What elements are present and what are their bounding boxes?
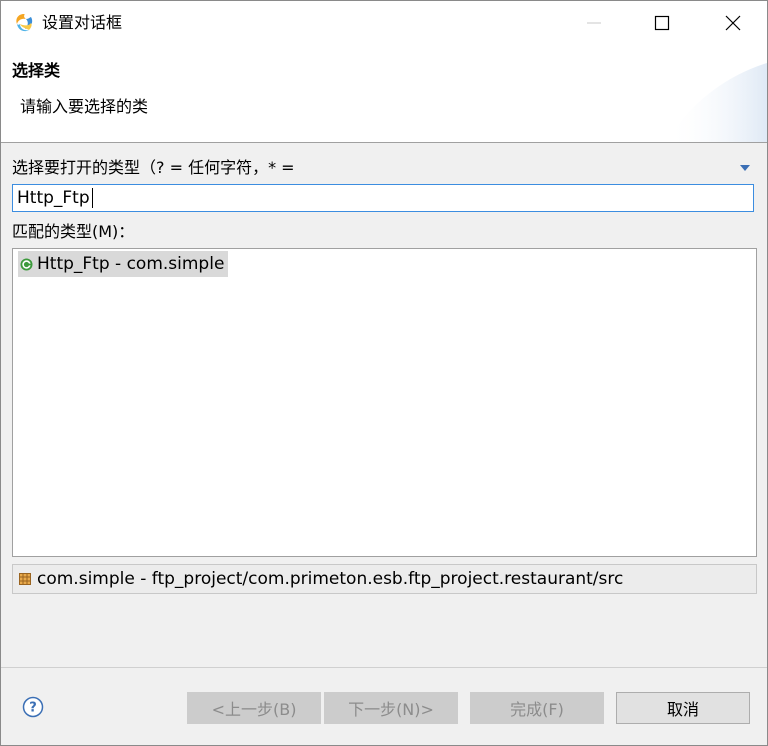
dialog-window: 设置对话框 选择类 请输入要选择的类 选择要打开的类型（? = 任何字符，* =…	[0, 0, 768, 746]
package-status-bar: com.simple - ftp_project/com.primeton.es…	[12, 564, 757, 594]
maximize-button[interactable]	[639, 1, 685, 45]
minimize-button[interactable]	[571, 1, 617, 45]
history-dropdown-icon[interactable]	[740, 164, 750, 172]
package-status-text: com.simple - ftp_project/com.primeton.es…	[37, 569, 624, 589]
cancel-button[interactable]: 取消	[616, 692, 750, 724]
maximize-icon	[654, 15, 670, 31]
finish-button[interactable]: 完成(F)	[470, 692, 604, 724]
header-message: 请输入要选择的类	[20, 97, 149, 116]
class-icon	[20, 258, 33, 270]
type-filter-label: 选择要打开的类型（? = 任何字符，* =	[12, 158, 295, 177]
list-item-label: Http_Ftp - com.simple	[37, 254, 225, 274]
header-decoration-icon	[667, 63, 767, 142]
package-icon	[19, 573, 31, 585]
back-button[interactable]: <上一步(B)	[187, 692, 321, 724]
type-search-input[interactable]	[12, 184, 754, 212]
header-separator	[1, 142, 767, 143]
app-logo-icon	[16, 14, 33, 32]
dialog-header: 选择类 请输入要选择的类	[1, 45, 767, 142]
matching-types-label: 匹配的类型(M)：	[12, 222, 135, 241]
minimize-icon	[587, 22, 601, 24]
close-icon	[725, 15, 741, 31]
close-button[interactable]	[710, 1, 756, 45]
list-item[interactable]: Http_Ftp - com.simple	[18, 251, 229, 277]
title-bar[interactable]: 设置对话框	[1, 1, 767, 45]
header-title: 选择类	[12, 61, 61, 80]
help-icon[interactable]: ?	[22, 696, 44, 718]
matching-types-list[interactable]: Http_Ftp - com.simple	[12, 248, 757, 557]
window-title: 设置对话框	[42, 13, 123, 32]
next-button[interactable]: 下一步(N)>	[324, 692, 458, 724]
text-caret	[92, 188, 93, 208]
svg-text:?: ?	[29, 701, 37, 716]
footer-separator	[1, 667, 767, 668]
